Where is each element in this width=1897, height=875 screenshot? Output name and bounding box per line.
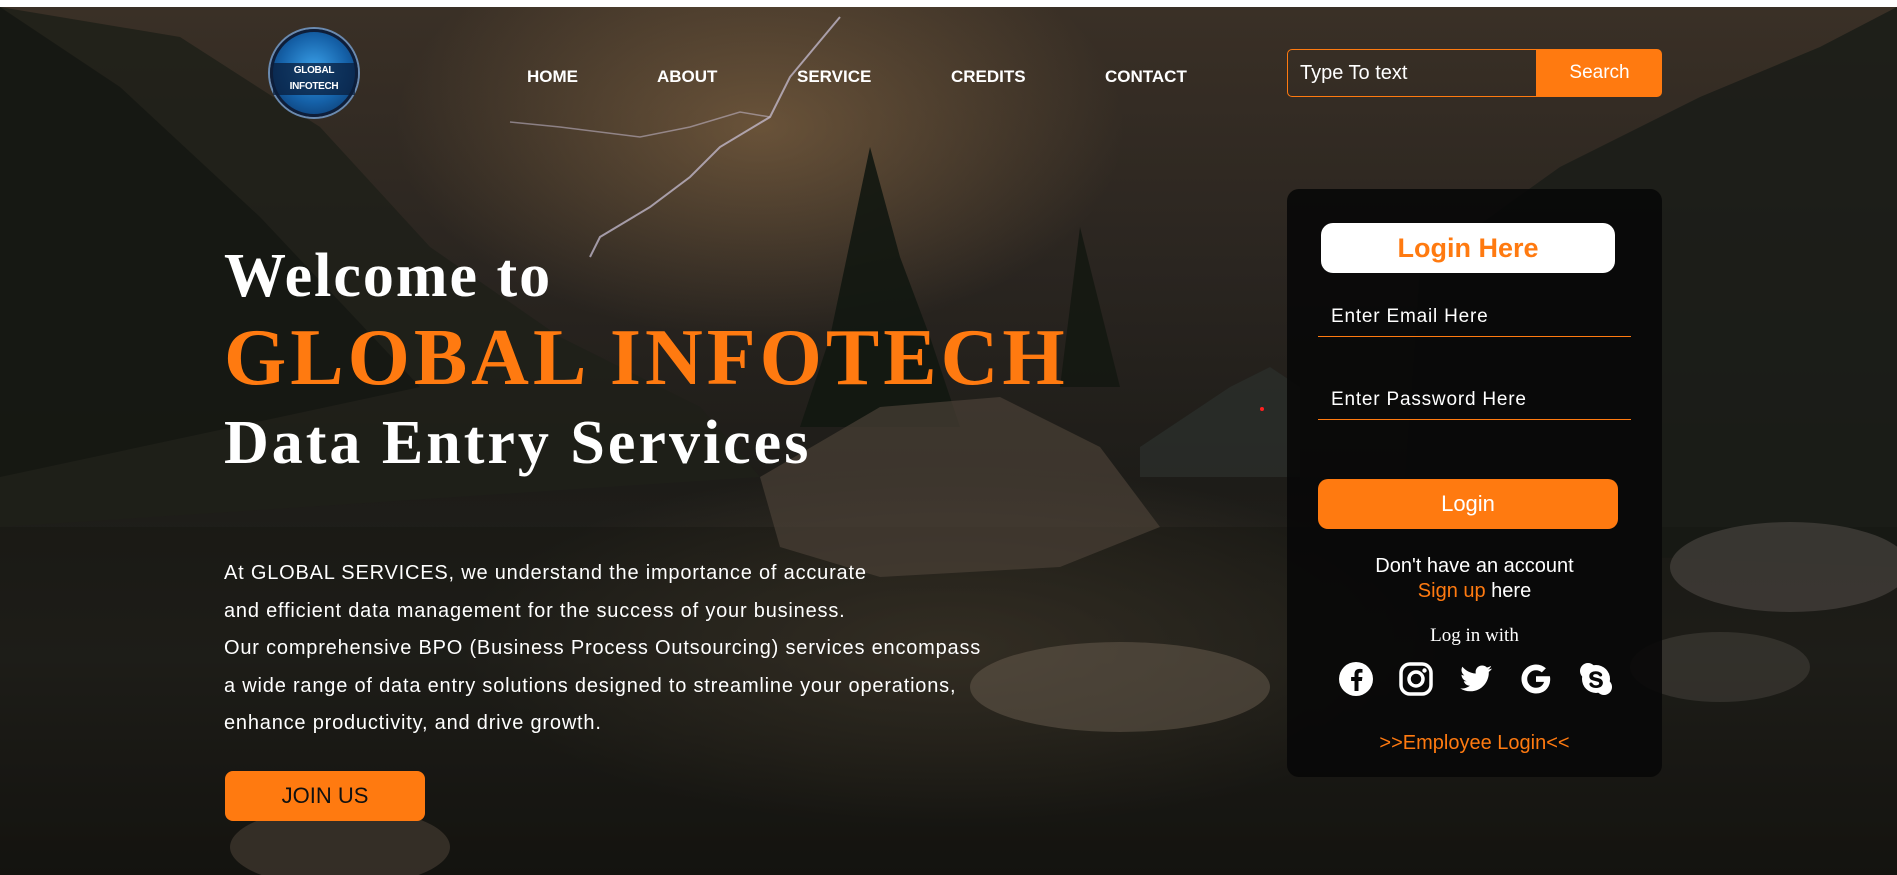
twitter-icon[interactable] [1458,661,1494,697]
login-title: Login Here [1321,223,1615,273]
google-icon[interactable] [1518,661,1554,697]
password-field[interactable] [1318,380,1631,420]
decorative-dot [1260,407,1264,411]
hero-description: At GLOBAL SERVICES, we understand the im… [224,555,1084,743]
skype-icon[interactable] [1578,661,1614,697]
login-with-label: Log in with [1430,625,1519,646]
login-button[interactable]: Login [1318,479,1618,529]
nav-service[interactable]: SERVICE [797,67,871,87]
nav-home[interactable]: HOME [527,67,578,87]
logo-text: GLOBAL INFOTECH [273,63,355,95]
nav-contact[interactable]: CONTACT [1105,67,1187,87]
hero-description-line: a wide range of data entry solutions des… [224,674,957,697]
hero-welcome: Welcome to [224,242,553,310]
signup-link[interactable]: Sign up [1418,580,1486,602]
signup-row: Sign up here [1287,580,1662,603]
no-account-text: Don't have an account [1375,555,1574,577]
brand-logo[interactable]: GLOBAL INFOTECH [270,29,358,117]
search-input[interactable] [1287,49,1537,97]
signup-suffix: here [1485,580,1532,602]
email-field[interactable] [1318,297,1631,337]
hero-description-line: At GLOBAL SERVICES, we understand the im… [224,562,867,584]
facebook-icon[interactable] [1338,661,1374,697]
hero-brand-title: GLOBAL INFOTECH [224,314,1069,402]
hero-subtitle: Data Entry Services [224,409,812,477]
instagram-icon[interactable] [1398,661,1434,697]
search-button[interactable]: Search [1537,49,1662,97]
nav-credits[interactable]: CREDITS [951,67,1026,87]
hero-description-line: enhance productivity, and drive growth. [224,712,602,734]
login-panel: Login Here Login Don't have an account S… [1287,189,1662,777]
employee-login-link[interactable]: >>Employee Login<< [1287,732,1662,755]
nav-about[interactable]: ABOUT [657,67,717,87]
join-us-button[interactable]: JOIN US [225,771,425,821]
hero-description-line: Our comprehensive BPO (Business Process … [224,637,982,659]
hero-background: GLOBAL INFOTECH HOME ABOUT SERVICE CREDI… [0,7,1897,875]
hero-description-line: and efficient data management for the su… [224,599,846,622]
